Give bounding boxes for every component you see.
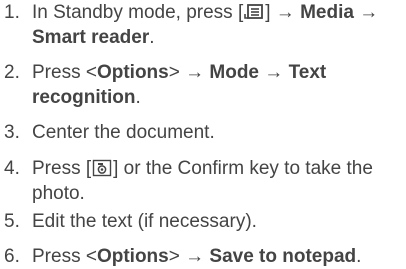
- step-number: 1.: [4, 2, 20, 23]
- step-6: 6. Press <Options> → Save to notepad.: [4, 244, 402, 269]
- step-number: 6.: [4, 246, 20, 267]
- step-text: Press [ ] or the Confirm key to take the…: [32, 156, 402, 206]
- step-3: 3. Center the document.: [4, 120, 402, 145]
- step-text: Edit the text (if necessary).: [32, 211, 257, 232]
- step-text: Press <Options> → Mode → Text recognitio…: [32, 60, 402, 110]
- step-4: 4. Press [ ] or the Confirm key to take …: [4, 156, 402, 206]
- step-text-part: .: [356, 246, 362, 267]
- step-text-part: .: [135, 87, 141, 108]
- softkey-options: Options: [96, 246, 169, 267]
- step-text-part: .: [149, 27, 155, 48]
- step-text-part: Press <: [32, 246, 97, 267]
- menu-path-media: Media: [300, 2, 354, 23]
- camera-key-icon: [92, 159, 112, 177]
- step-1: 1. In Standby mode, press [ ] → Media → …: [4, 0, 402, 50]
- step-text-part: Press [: [32, 158, 92, 179]
- step-number: 4.: [4, 158, 20, 179]
- step-text-part: Press <: [32, 62, 97, 83]
- menu-path-mode: Mode: [209, 62, 259, 83]
- step-text-part: →: [259, 62, 289, 83]
- step-text-part: > →: [168, 246, 210, 267]
- step-text: In Standby mode, press [ ] → Media → Sma…: [32, 0, 402, 50]
- step-number: 3.: [4, 122, 20, 143]
- instruction-steps: 1. In Standby mode, press [ ] → Media → …: [0, 0, 406, 269]
- step-text: Center the document.: [32, 122, 215, 143]
- step-number: 5.: [4, 211, 20, 232]
- menu-path-smart-reader: Smart reader: [32, 27, 150, 48]
- step-5: 5. Edit the text (if necessary).: [4, 209, 402, 234]
- step-text-part: In Standby mode, press [: [32, 2, 244, 23]
- step-text: Press <Options> → Save to notepad.: [32, 244, 402, 269]
- menu-path-save-to-notepad: Save to notepad: [209, 246, 357, 267]
- step-number: 2.: [4, 62, 20, 83]
- softkey-options: Options: [96, 62, 169, 83]
- step-text-part: →: [353, 2, 379, 23]
- step-text-part: ] →: [265, 2, 301, 23]
- menu-key-icon: [244, 3, 264, 21]
- step-2: 2. Press <Options> → Mode → Text recogni…: [4, 60, 402, 110]
- step-text-part: > →: [168, 62, 210, 83]
